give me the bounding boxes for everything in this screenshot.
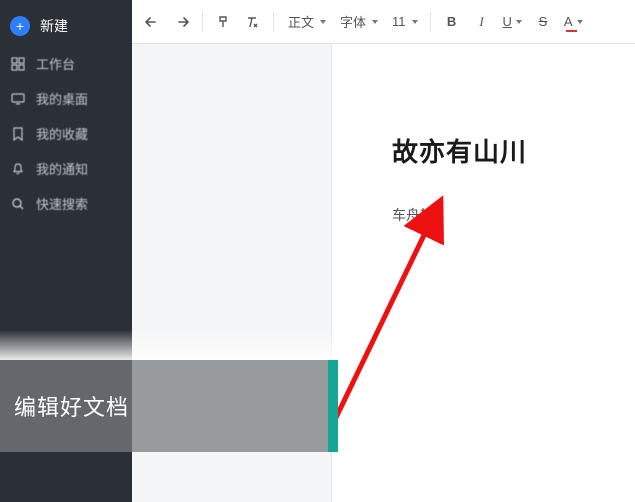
sidebar-item-label: 我的桌面 [36,89,88,108]
paragraph-style-dropdown[interactable]: 正文 [282,8,330,36]
chevron-down-icon [372,20,378,24]
paragraph-style-label: 正文 [286,12,316,31]
sidebar-item-desktop[interactable]: 我的桌面 [0,81,132,116]
sidebar-item-label: 工作台 [36,54,75,73]
color-swatch [566,30,577,32]
sidebar-item-label: 我的收藏 [36,124,88,143]
sidebar-item-favorites[interactable]: 我的收藏 [0,116,132,151]
underline-button[interactable]: U [499,8,526,36]
clear-format-button[interactable] [239,8,265,36]
bold-button[interactable]: B [439,8,465,36]
font-size-dropdown[interactable]: 11 [386,8,422,36]
body-text: 车舟辑 [392,205,434,225]
desktop-icon [10,91,26,107]
italic-button[interactable]: I [469,8,495,36]
caption-accent [328,360,338,452]
toolbar-separator [430,12,431,32]
bell-icon [10,161,26,177]
font-family-dropdown[interactable]: 字体 [334,8,382,36]
toolbar-separator [202,12,203,32]
strikethrough-button[interactable]: S [530,8,556,36]
plus-icon: + [10,16,30,36]
font-family-label: 字体 [338,12,368,31]
format-tools-group [211,8,265,36]
sidebar-item-label: 我的通知 [36,159,88,178]
sidebar-item-label: 快速搜索 [36,194,88,213]
toolbar-separator [273,12,274,32]
caption-text: 编辑好文档 [14,390,129,422]
bookmark-icon [10,126,26,142]
sidebar-item-notifications[interactable]: 我的通知 [0,151,132,186]
caption-overlay: 编辑好文档 [0,360,338,452]
chevron-down-icon [516,20,522,24]
grid-icon [10,56,26,72]
sidebar-item-search[interactable]: 快速搜索 [0,186,132,221]
chevron-down-icon [320,20,326,24]
text-cursor [437,207,438,223]
document-body-line[interactable]: 车舟辑 [392,205,635,225]
editor-toolbar: 正文 字体 11 B I U S A [132,0,635,44]
app-root: + 新建 工作台 我的桌面 我的收藏 我的通知 [0,0,635,502]
chevron-down-icon [577,20,583,24]
sidebar-item-workspace[interactable]: 工作台 [0,46,132,81]
search-icon [10,196,26,212]
text-color-button[interactable]: A [560,8,587,36]
font-size-value: 11 [390,14,408,29]
redo-button[interactable] [168,8,194,36]
format-paint-button[interactable] [211,8,237,36]
new-document-button[interactable]: + 新建 [0,12,132,46]
undo-button[interactable] [140,8,166,36]
history-group [140,8,194,36]
chevron-down-icon [412,20,418,24]
document-title[interactable]: 故亦有山川 [392,132,635,169]
document-page[interactable]: 故亦有山川 车舟辑 [332,44,635,502]
new-document-label: 新建 [40,16,68,36]
